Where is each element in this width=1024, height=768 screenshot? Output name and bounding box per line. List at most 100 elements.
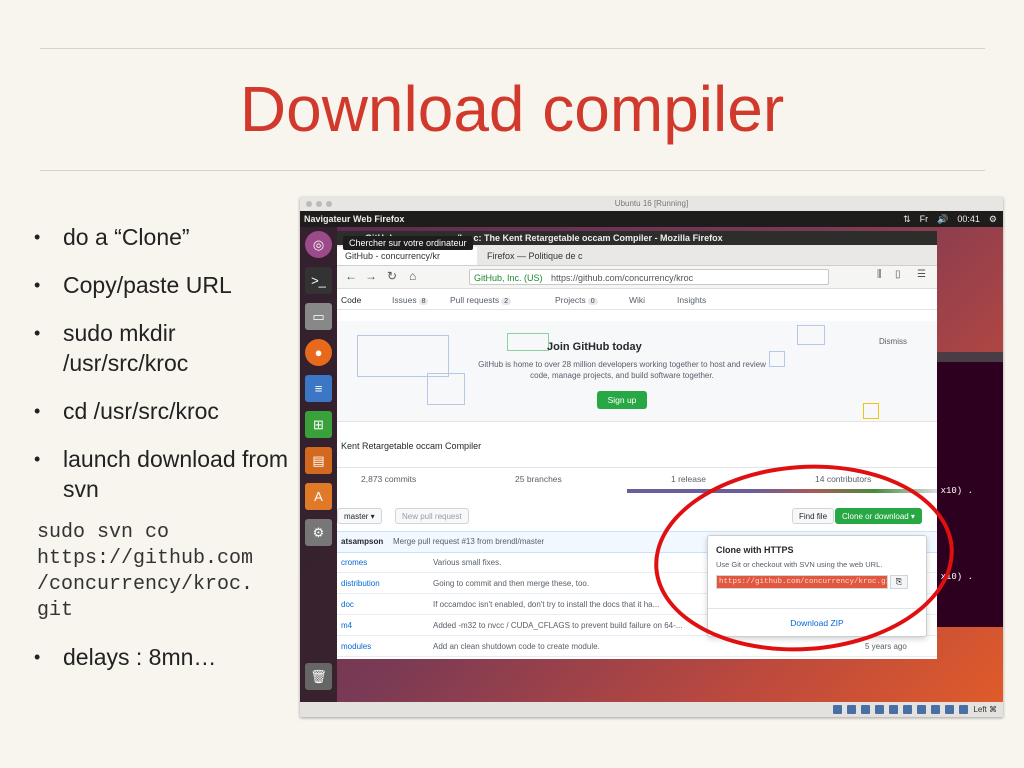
svn-command: sudo svn co https://github.com /concurre… bbox=[37, 521, 254, 622]
file-name[interactable]: cromes bbox=[341, 558, 367, 567]
navigation-toolbar: ← → ↻ ⌂ GitHub, Inc. (US) https://github… bbox=[337, 266, 937, 289]
writer-icon[interactable]: ≡ bbox=[305, 375, 332, 402]
firefox-icon[interactable]: ● bbox=[305, 339, 332, 366]
repo-nav: Code Issues 8 Pull requests 2 Projects 0 Wi… bbox=[337, 289, 937, 310]
tab-wiki[interactable]: Wiki bbox=[629, 295, 645, 305]
branch-select[interactable]: master ▾ bbox=[337, 508, 382, 524]
banner-description: GitHub is home to over 28 million develo… bbox=[478, 360, 766, 380]
vm-titlebar: Ubuntu 16 [Running] bbox=[300, 197, 1003, 211]
decoration bbox=[427, 373, 465, 405]
keyboard-layout-indicator[interactable]: Fr bbox=[920, 211, 929, 227]
tab-issues[interactable]: Issues 8 bbox=[392, 295, 429, 305]
trash-icon[interactable]: 🗑 bbox=[305, 663, 332, 690]
banner-title: Join GitHub today bbox=[547, 341, 642, 353]
slide-title: Download compiler bbox=[239, 73, 785, 145]
top-rule bbox=[40, 48, 985, 49]
title-rule bbox=[40, 170, 985, 171]
bullet-item: launch download from svn bbox=[34, 444, 289, 504]
shared-folder-icon[interactable] bbox=[903, 705, 913, 714]
reload-button[interactable]: ↻ bbox=[387, 269, 397, 283]
commit-author[interactable]: atsampson bbox=[341, 537, 383, 546]
optical-drive-icon[interactable] bbox=[847, 705, 857, 714]
maximize-icon[interactable] bbox=[326, 201, 332, 207]
tab-projects[interactable]: Projects 0 bbox=[555, 295, 598, 305]
ubuntu-topbar: Navigateur Web Firefox ⇅ Fr 🔊 00:41 ⚙ bbox=[300, 211, 1003, 227]
tab-firefox-policy[interactable]: Firefox — Politique de c bbox=[479, 247, 619, 265]
join-github-banner: Join GitHub today GitHub is home to over… bbox=[337, 321, 937, 422]
file-age: 5 years ago bbox=[865, 642, 907, 651]
sidebar-icon[interactable]: ▯ bbox=[895, 269, 901, 280]
file-name[interactable]: doc bbox=[341, 600, 354, 609]
settings-icon[interactable]: ⚙ bbox=[305, 519, 332, 546]
releases-count[interactable]: 1 release bbox=[671, 474, 706, 484]
forward-button[interactable]: → bbox=[365, 269, 377, 283]
terminal-icon[interactable]: >_ bbox=[305, 267, 332, 294]
tab-label: Projects bbox=[555, 295, 586, 305]
plus-icon bbox=[769, 351, 785, 367]
code-icon bbox=[863, 403, 879, 419]
volume-icon[interactable]: 🔊 bbox=[937, 211, 948, 227]
tab-label: Insights bbox=[677, 295, 707, 305]
bullet-item: do a “Clone” bbox=[34, 222, 289, 252]
recording-icon[interactable] bbox=[931, 705, 941, 714]
commits-count[interactable]: 2,873 commits bbox=[361, 474, 416, 484]
topbar-app-title: Navigateur Web Firefox bbox=[304, 214, 405, 224]
calc-icon[interactable]: ⊞ bbox=[305, 411, 332, 438]
network-icon[interactable]: ⇅ bbox=[903, 211, 911, 227]
branches-count[interactable]: 25 branches bbox=[515, 474, 562, 484]
tab-label: Wiki bbox=[629, 295, 646, 305]
tab-insights[interactable]: Insights bbox=[677, 295, 706, 305]
repo-description: Kent Retargetable occam Compiler bbox=[341, 441, 482, 451]
count-badge: 0 bbox=[587, 298, 598, 305]
file-commit-message[interactable]: Add an clean shutdown code to create mod… bbox=[433, 642, 600, 651]
library-icon[interactable]: ⫼ bbox=[877, 269, 882, 280]
url-bar[interactable]: GitHub, Inc. (US) https://github.com/con… bbox=[469, 269, 829, 285]
launcher-tooltip: Chercher sur votre ordinateur bbox=[343, 236, 473, 250]
unity-launcher: ◎ >_ ▭ ● ≡ ⊞ ▤ A ⚙ 🗑 bbox=[300, 227, 337, 702]
bullet-list: do a “Clone” Copy/paste URL sudo mkdir /… bbox=[34, 222, 289, 522]
audio-icon[interactable] bbox=[861, 705, 871, 714]
file-name[interactable]: m4 bbox=[341, 621, 352, 630]
terminal-window[interactable]: x10) . x10) . bbox=[937, 352, 1003, 627]
ubuntu-search-icon[interactable]: ◎ bbox=[305, 231, 332, 258]
dismiss-button[interactable]: Dismiss bbox=[879, 337, 907, 346]
sign-up-button[interactable]: Sign up bbox=[597, 391, 647, 409]
clock[interactable]: 00:41 bbox=[957, 211, 980, 227]
files-icon[interactable]: ▭ bbox=[305, 303, 332, 330]
usb-icon[interactable] bbox=[889, 705, 899, 714]
back-button[interactable]: ← bbox=[345, 269, 357, 283]
file-commit-message[interactable]: Added -m32 to nvcc / CUDA_CFLAGS to prev… bbox=[433, 621, 682, 630]
file-commit-message[interactable]: If occamdoc isn't enabled, don't try to … bbox=[433, 600, 659, 609]
disk-icon[interactable] bbox=[833, 705, 843, 714]
home-button[interactable]: ⌂ bbox=[409, 269, 416, 283]
count-badge: 2 bbox=[501, 298, 512, 305]
gear-icon[interactable]: ⚙ bbox=[989, 211, 997, 227]
tab-label: Issues bbox=[392, 295, 417, 305]
mouse-integration-icon[interactable] bbox=[959, 705, 969, 714]
bullet-list-2: delays : 8mn… bbox=[34, 642, 289, 672]
bullet-item: sudo mkdir /usr/src/kroc bbox=[34, 318, 289, 378]
display-icon[interactable] bbox=[917, 705, 927, 714]
vm-window: Ubuntu 16 [Running] Navigateur Web Firef… bbox=[300, 197, 1003, 717]
file-commit-message[interactable]: Various small fixes. bbox=[433, 558, 501, 567]
file-commit-message[interactable]: Going to commit and then merge these, to… bbox=[433, 579, 589, 588]
impress-icon[interactable]: ▤ bbox=[305, 447, 332, 474]
terminal-line: x10) . bbox=[940, 486, 973, 496]
site-identity[interactable]: GitHub, Inc. (US) bbox=[470, 273, 543, 283]
menu-icon[interactable]: ☰ bbox=[917, 269, 926, 280]
minimize-icon[interactable] bbox=[316, 201, 322, 207]
file-name[interactable]: distribution bbox=[341, 579, 380, 588]
new-pull-request-button[interactable]: New pull request bbox=[395, 508, 469, 524]
bullet-item: delays : 8mn… bbox=[34, 642, 289, 672]
bullet-item: cd /usr/src/kroc bbox=[34, 396, 289, 426]
software-center-icon[interactable]: A bbox=[305, 483, 332, 510]
close-icon[interactable] bbox=[306, 201, 312, 207]
network-adapter-icon[interactable] bbox=[875, 705, 885, 714]
tab-pull-requests[interactable]: Pull requests 2 bbox=[450, 295, 512, 305]
tab-code[interactable]: Code bbox=[341, 295, 361, 305]
bullet-item: Copy/paste URL bbox=[34, 270, 289, 300]
cpu-icon[interactable] bbox=[945, 705, 955, 714]
commit-message[interactable]: Merge pull request #13 from brendl/maste… bbox=[393, 537, 544, 546]
file-name[interactable]: modules bbox=[341, 642, 371, 651]
tab-label: Code bbox=[341, 295, 362, 305]
